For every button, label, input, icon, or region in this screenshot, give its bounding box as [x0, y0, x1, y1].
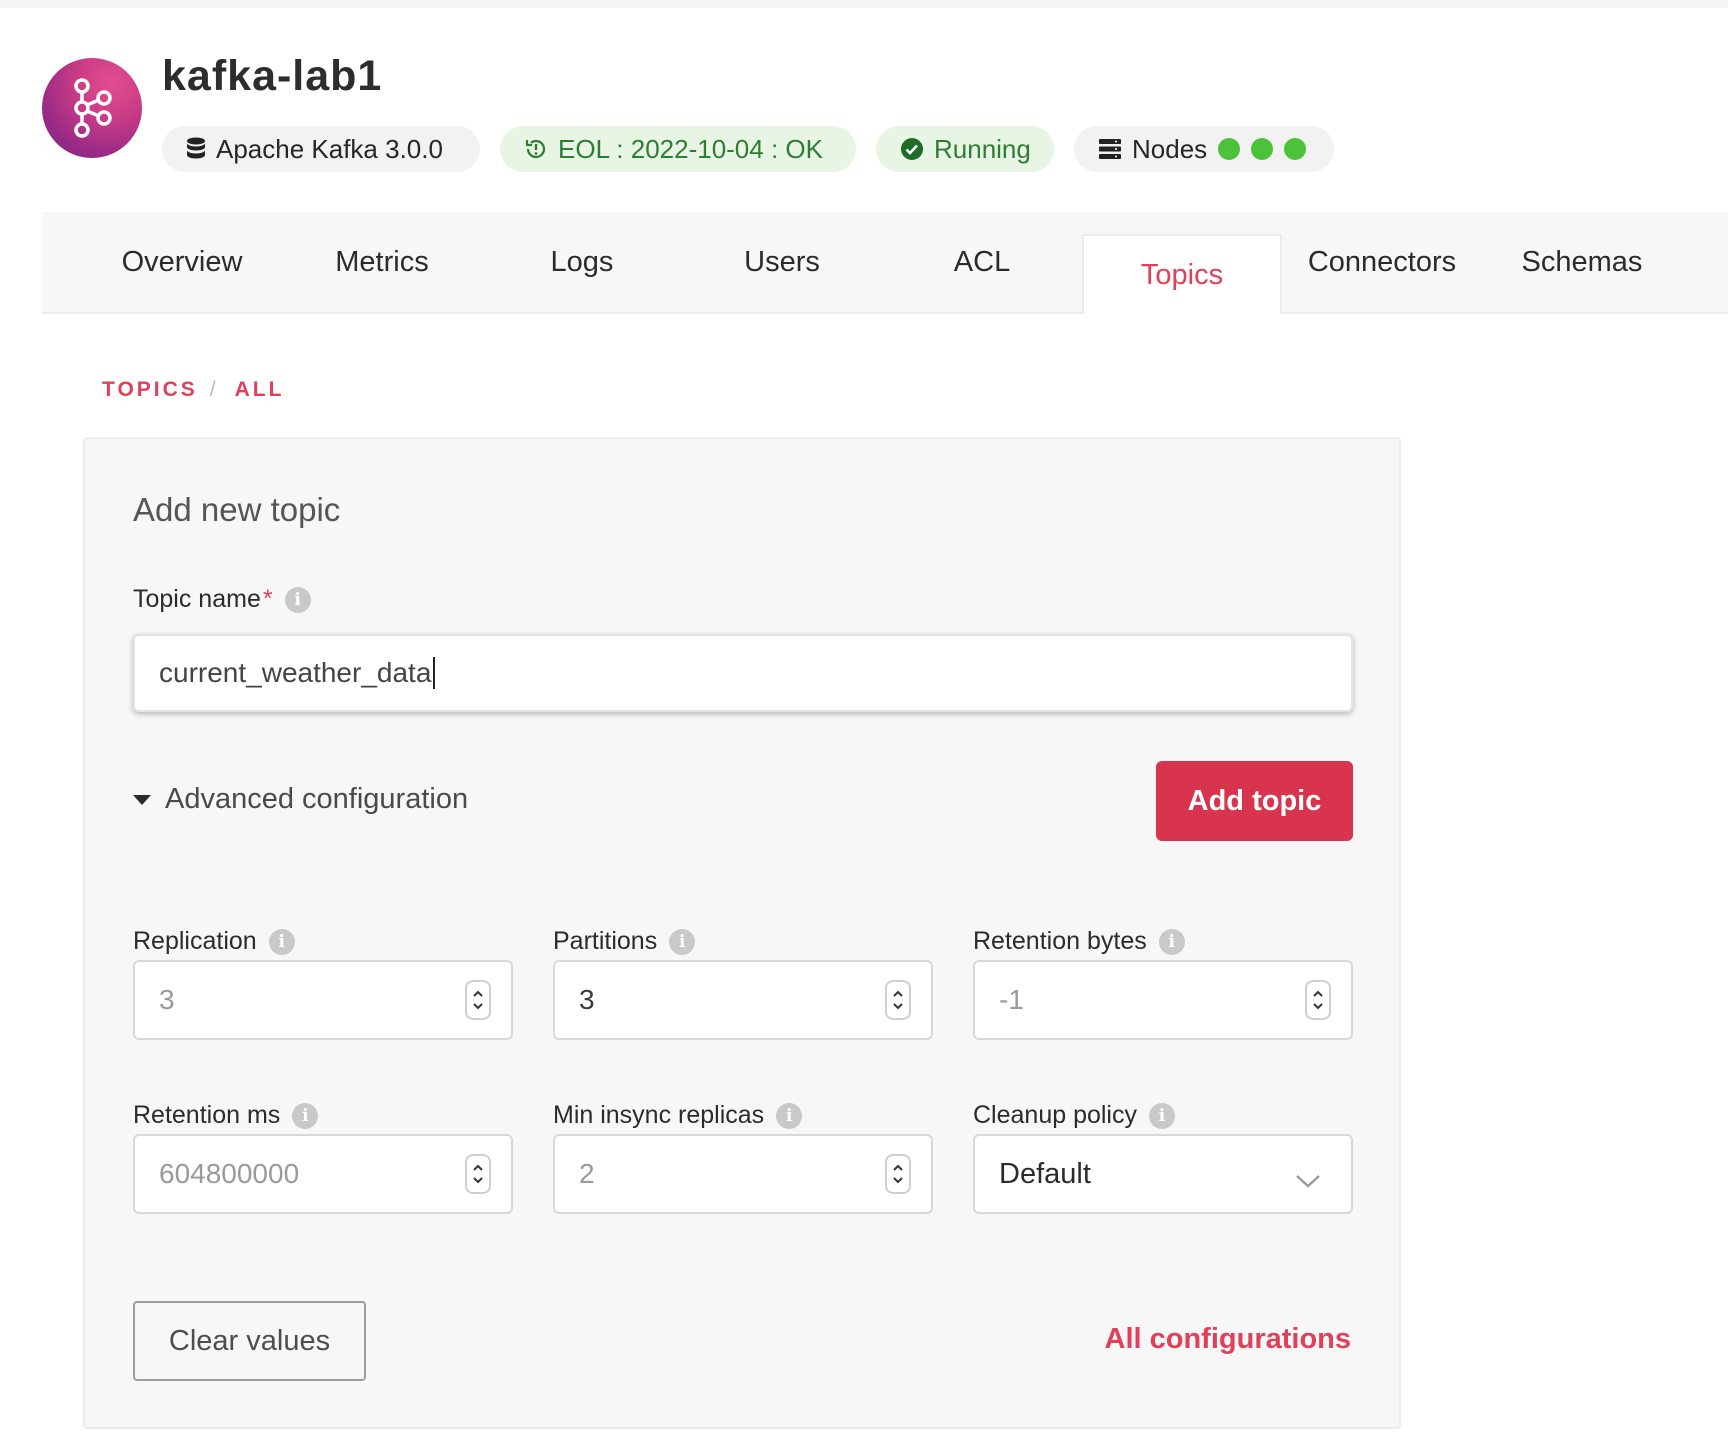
chevron-down-icon — [1295, 1164, 1321, 1197]
breadcrumb-all[interactable]: ALL — [235, 378, 285, 402]
nodes-label: Nodes — [1132, 133, 1208, 164]
database-icon — [186, 137, 206, 161]
replication-label-text: Replication — [133, 927, 257, 955]
cleanup-policy-label-text: Cleanup policy — [973, 1101, 1137, 1129]
nodes-badge: Nodes — [1074, 126, 1334, 172]
info-icon[interactable]: i — [1149, 1102, 1175, 1129]
retention-bytes-label-text: Retention bytes — [973, 927, 1147, 955]
replication-input[interactable]: 3 — [133, 960, 513, 1040]
info-icon[interactable]: i — [292, 1102, 319, 1129]
info-icon[interactable]: i — [284, 586, 311, 613]
cleanup-policy-label: Cleanup policy i — [973, 1101, 1175, 1130]
retention-ms-input[interactable]: 604800000 — [133, 1134, 513, 1214]
caret-down-icon — [133, 794, 151, 805]
tab-connectors[interactable]: Connectors — [1282, 212, 1482, 312]
tab-metrics[interactable]: Metrics — [282, 212, 482, 312]
form-title: Add new topic — [133, 491, 341, 528]
retention-bytes-value: -1 — [999, 984, 1024, 1015]
all-configurations-link[interactable]: All configurations — [1105, 1323, 1352, 1356]
stepper-icon[interactable] — [1305, 980, 1331, 1020]
info-icon[interactable]: i — [776, 1102, 803, 1129]
retention-ms-value: 604800000 — [159, 1158, 300, 1189]
info-icon[interactable]: i — [669, 928, 696, 955]
text-caret — [433, 657, 436, 689]
node-status-dot — [1251, 138, 1274, 160]
min-insync-label: Min insync replicas i — [553, 1101, 803, 1130]
replication-value: 3 — [159, 984, 175, 1015]
retention-ms-label: Retention ms i — [133, 1101, 319, 1130]
version-label: Apache Kafka 3.0.0 — [216, 133, 443, 164]
add-topic-button[interactable]: Add topic — [1156, 761, 1353, 841]
breadcrumb-separator: / — [209, 378, 219, 401]
node-dots — [1207, 138, 1307, 160]
retention-bytes-input[interactable]: -1 — [973, 960, 1353, 1040]
server-icon — [1098, 138, 1122, 160]
tab-logs[interactable]: Logs — [482, 212, 682, 312]
advanced-config-toggle[interactable]: Advanced configuration — [133, 783, 468, 816]
top-strip — [0, 0, 1728, 8]
breadcrumb: TOPICS / ALL — [102, 378, 284, 402]
retention-ms-label-text: Retention ms — [133, 1101, 281, 1129]
partitions-label: Partitions i — [553, 927, 696, 956]
tab-bar: Overview Metrics Logs Users ACL Topics C… — [42, 212, 1728, 314]
min-insync-value: 2 — [579, 1158, 595, 1189]
partitions-input[interactable]: 3 — [553, 960, 933, 1040]
node-status-dot — [1284, 138, 1307, 160]
stepper-icon[interactable] — [885, 980, 911, 1020]
info-icon[interactable]: i — [268, 928, 295, 955]
min-insync-label-text: Min insync replicas — [553, 1101, 765, 1129]
version-badge: Apache Kafka 3.0.0 — [162, 126, 480, 172]
breadcrumb-topics[interactable]: TOPICS — [102, 378, 198, 402]
tab-topics[interactable]: Topics — [1082, 234, 1282, 314]
topic-name-input[interactable]: current_weather_data — [133, 634, 1353, 712]
eol-badge: EOL : 2022-10-04 : OK — [500, 126, 856, 172]
clock-alert-icon — [524, 137, 548, 161]
tab-acl[interactable]: ACL — [882, 212, 1082, 312]
add-topic-card: Add new topic Topic name * i current_wea… — [83, 437, 1401, 1429]
required-mark: * — [262, 585, 273, 613]
partitions-value: 3 — [579, 984, 595, 1015]
topic-name-value: current_weather_data — [159, 657, 432, 688]
advanced-config-label: Advanced configuration — [165, 783, 469, 815]
eol-label: EOL : 2022-10-04 : OK — [558, 133, 823, 164]
replication-label: Replication i — [133, 927, 295, 956]
retention-bytes-label: Retention bytes i — [973, 927, 1185, 956]
info-icon[interactable]: i — [1158, 928, 1185, 955]
min-insync-input[interactable]: 2 — [553, 1134, 933, 1214]
cleanup-policy-value: Default — [999, 1157, 1091, 1190]
stepper-icon[interactable] — [885, 1154, 911, 1194]
topic-name-label-text: Topic name — [133, 585, 261, 613]
stepper-icon[interactable] — [465, 1154, 491, 1194]
tab-users[interactable]: Users — [682, 212, 882, 312]
check-circle-icon — [900, 137, 924, 161]
status-badge: Running — [876, 126, 1054, 172]
kafka-logo-icon — [42, 58, 142, 158]
tab-schemas[interactable]: Schemas — [1482, 212, 1682, 312]
cluster-title: kafka-lab1 — [162, 52, 383, 100]
cleanup-policy-select[interactable]: Default — [973, 1134, 1353, 1214]
partitions-label-text: Partitions — [553, 927, 658, 955]
stepper-icon[interactable] — [465, 980, 491, 1020]
tab-overview[interactable]: Overview — [82, 212, 282, 312]
clear-values-button[interactable]: Clear values — [133, 1301, 366, 1381]
node-status-dot — [1218, 138, 1241, 160]
status-label: Running — [934, 133, 1031, 164]
topic-name-label: Topic name * i — [133, 585, 311, 614]
